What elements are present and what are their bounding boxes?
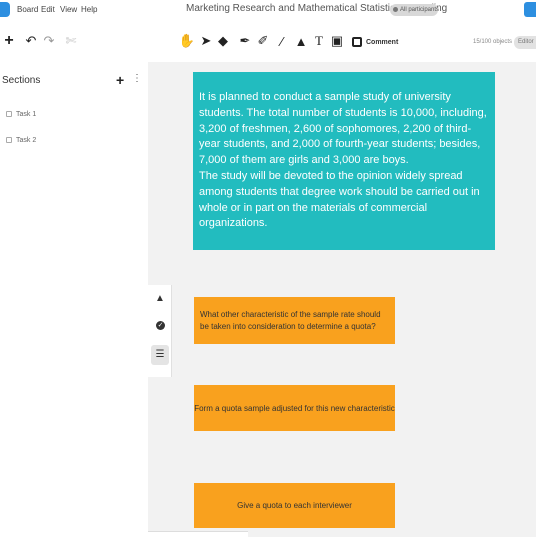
sticky-note-main[interactable]: It is planned to conduct a sample study … (193, 72, 495, 250)
sections-title: Sections (2, 75, 41, 86)
redo-icon[interactable]: ↷ (40, 32, 58, 50)
note-q2-text: Form a quota sample adjusted for this ne… (194, 403, 395, 413)
menu-view[interactable]: View (60, 5, 77, 14)
menu-edit[interactable]: Edit (41, 5, 55, 14)
participants-button[interactable]: All participants (390, 4, 440, 16)
note-q1-text: What other characteristic of the sample … (200, 309, 381, 331)
menu-board[interactable]: Board (17, 5, 38, 14)
pointer-icon[interactable]: ➤ (197, 32, 215, 50)
comment-button[interactable]: Comment (352, 34, 398, 50)
user-avatar[interactable] (524, 2, 536, 17)
note-main-text: It is planned to conduct a sample study … (199, 91, 487, 230)
object-count: 15/100 objects (473, 39, 513, 45)
document-icon[interactable]: ☰ (151, 345, 169, 365)
line-icon[interactable]: ⁄ (273, 32, 291, 50)
sticky-note-question-1[interactable]: What other characteristic of the sample … (194, 297, 395, 344)
undo-icon[interactable]: ↶ (22, 32, 40, 50)
fill-icon[interactable]: ▲ (292, 32, 310, 50)
task-icon (6, 137, 12, 143)
note-q3-text: Give a quota to each interviewer (237, 501, 352, 510)
pen-icon[interactable]: ✒ (236, 32, 254, 50)
menu-bar: Board Edit View Help Marketing Research … (0, 0, 536, 22)
check-circle-icon[interactable]: ✓ (156, 321, 165, 330)
more-options-icon[interactable]: ⋮ (132, 73, 142, 84)
sticky-note-icon[interactable]: ▣ (328, 32, 346, 50)
task-icon (6, 111, 12, 117)
comment-label: Comment (366, 38, 399, 46)
add-icon[interactable]: + (0, 32, 18, 50)
hand-icon[interactable]: ✋ (178, 32, 196, 50)
role-badge: Editor (514, 36, 536, 49)
marker-icon[interactable]: ✐ (254, 32, 272, 50)
menu-help[interactable]: Help (81, 5, 97, 14)
bell-icon[interactable]: ▲ (154, 293, 166, 305)
format-paint-icon[interactable]: ✄ (62, 32, 80, 50)
bottom-panel (148, 531, 248, 537)
task-label: Task 2 (16, 137, 37, 144)
sidebar-item-task-1[interactable]: Task 1 (6, 111, 36, 118)
eraser-icon[interactable]: ◆ (214, 32, 232, 50)
add-section-icon[interactable]: + (116, 72, 124, 88)
sidebar-item-task-2[interactable]: Task 2 (6, 137, 36, 144)
task-label: Task 1 (16, 111, 37, 118)
sticky-note-question-3[interactable]: Give a quota to each interviewer (194, 483, 395, 528)
text-icon[interactable]: T (310, 32, 328, 50)
comment-icon (352, 37, 362, 47)
sections-sidebar: Sections + ⋮ Task 1 Task 2 (0, 62, 148, 537)
app-logo[interactable] (0, 2, 10, 17)
canvas-side-panel: ▲ ✓ ☰ (148, 285, 172, 377)
toolbar: + ↶ ↷ ✄ ✋ ➤ ◆ ✒ ✐ ⁄ ▲ T ▣ Comment 15/100… (0, 30, 536, 54)
sticky-note-question-2[interactable]: Form a quota sample adjusted for this ne… (194, 385, 395, 431)
participants-label: All participants (400, 7, 440, 13)
participants-icon (393, 7, 398, 12)
